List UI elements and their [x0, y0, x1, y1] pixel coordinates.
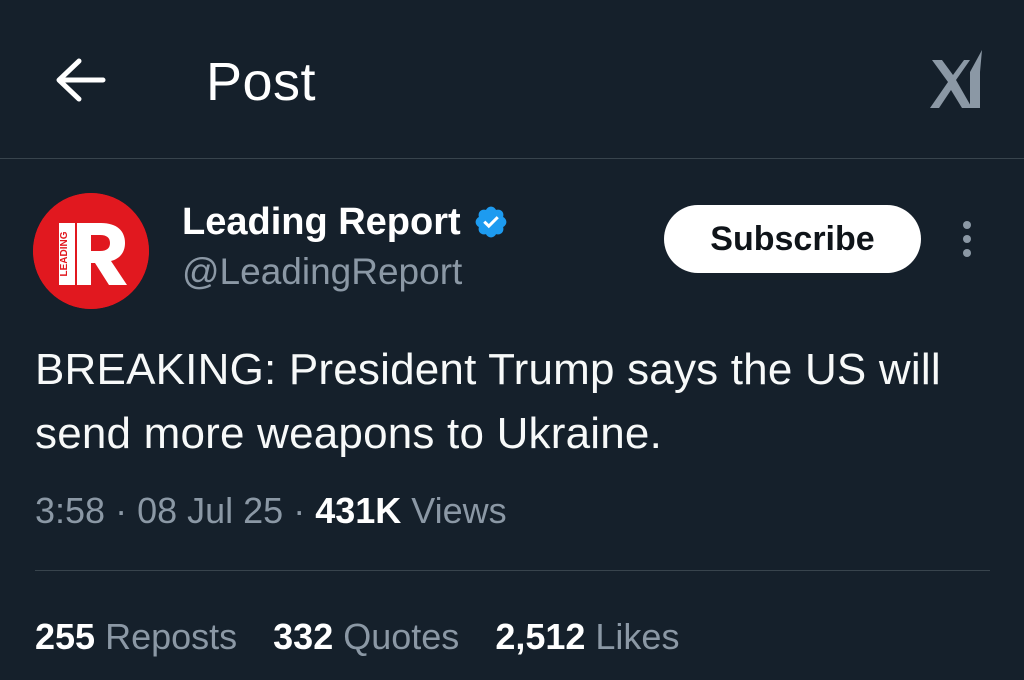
svg-text:LEADING: LEADING: [59, 231, 70, 276]
grok-button[interactable]: [924, 46, 988, 116]
post-text: BREAKING: President Trump says the US wi…: [35, 345, 941, 458]
arrow-left-icon: [56, 58, 106, 102]
reposts-stat[interactable]: 255 Reposts: [35, 614, 237, 660]
likes-label: Likes: [585, 616, 680, 657]
handle[interactable]: @LeadingReport: [182, 249, 462, 295]
back-button[interactable]: [48, 52, 112, 108]
views-count[interactable]: 431K: [315, 490, 401, 531]
likes-stat[interactable]: 2,512 Likes: [495, 614, 679, 660]
post-time[interactable]: 3:58: [35, 490, 105, 531]
reposts-count: 255: [35, 616, 96, 657]
quotes-stat[interactable]: 332 Quotes: [273, 614, 459, 660]
engagement-stats: 255 Reposts 332 Quotes 2,512 Likes: [35, 614, 715, 660]
views-label: Views: [401, 490, 507, 531]
more-vertical-icon: [963, 221, 971, 257]
more-options-button[interactable]: [950, 214, 984, 264]
page-title: Post: [206, 52, 317, 112]
post-meta: 3:58 · 08 Jul 25 · 431K Views: [35, 488, 507, 534]
reposts-label: Reposts: [95, 616, 238, 657]
post-page: Post LEADING Leading Report @LeadingRepo…: [0, 0, 1024, 680]
post-date[interactable]: 08 Jul 25: [137, 490, 283, 531]
leading-report-logo: LEADING: [33, 193, 149, 309]
quotes-label: Quotes: [333, 616, 460, 657]
verified-badge-icon[interactable]: [473, 204, 509, 240]
meta-separator: ·: [105, 490, 138, 531]
top-bar: Post: [0, 0, 1024, 159]
grok-icon: [930, 50, 982, 108]
divider: [35, 570, 990, 571]
display-name-row: Leading Report: [182, 198, 509, 246]
subscribe-button[interactable]: Subscribe: [664, 205, 921, 273]
meta-separator: ·: [283, 490, 316, 531]
quotes-count: 332: [273, 616, 334, 657]
display-name[interactable]: Leading Report: [182, 198, 461, 246]
likes-count: 2,512: [495, 616, 586, 657]
avatar[interactable]: LEADING: [33, 193, 149, 309]
